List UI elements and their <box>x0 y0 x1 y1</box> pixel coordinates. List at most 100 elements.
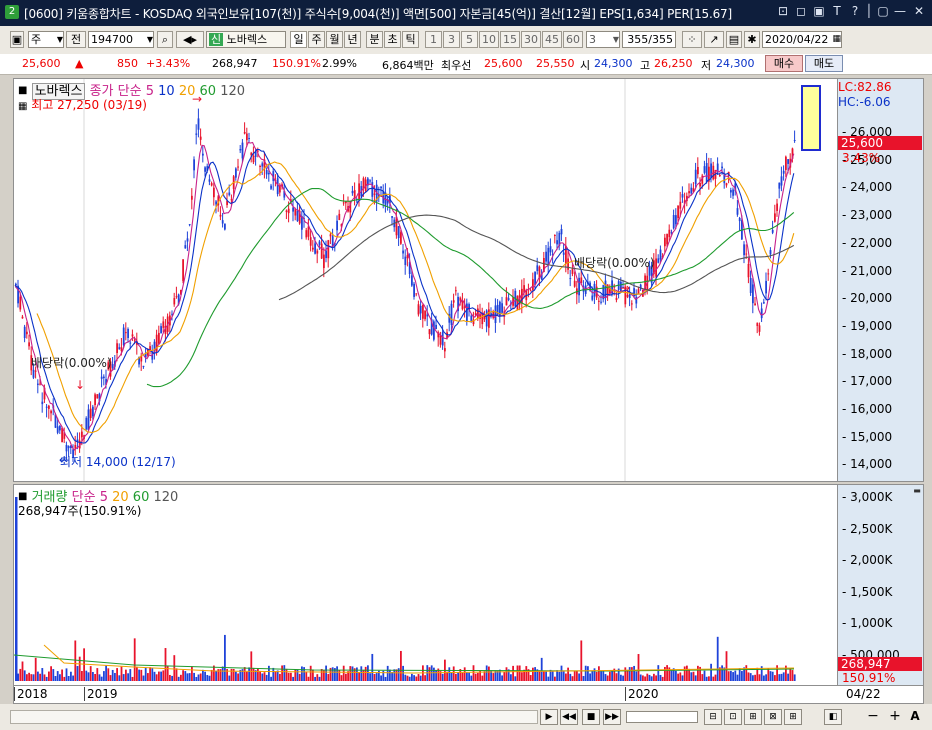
chain-icon[interactable]: ⁘ <box>682 31 702 48</box>
window-ctl-icon[interactable]: ◻ <box>794 4 808 18</box>
zoom-slider[interactable] <box>626 711 698 723</box>
volume-axis[interactable]: ▬ - 3,000K - 2,500K - 2,000K - 1,500K - 1,00… <box>838 484 924 686</box>
price-chart-pane[interactable]: → ← ↓ → ■ 노바렉스 종가 단순 5 10 20 60 120 ▦ 최고 27… <box>13 78 838 482</box>
volume-bar <box>679 672 682 681</box>
layout-icon[interactable]: ⊠ <box>764 709 782 725</box>
volume-bar <box>175 668 178 681</box>
interval-input[interactable]: 3 ▼ <box>586 31 620 48</box>
legend-ma-120[interactable]: 120 <box>220 84 245 99</box>
volume-bar <box>540 657 543 681</box>
period-week[interactable]: 주 <box>308 31 325 48</box>
period-minute[interactable]: 분 <box>366 31 383 48</box>
interval-15[interactable]: 15 <box>500 31 520 48</box>
price-chart-canvas[interactable]: →←↓→ <box>14 79 837 481</box>
period-month[interactable]: 월 <box>326 31 343 48</box>
save-icon[interactable]: ▤ <box>726 31 742 48</box>
legend-ma-60[interactable]: 60 <box>200 84 217 99</box>
mode-select[interactable]: 주 ▼ <box>28 31 64 48</box>
count-field[interactable]: 355/355 <box>622 31 676 48</box>
date-field[interactable]: 2020/04/22 ▦ <box>762 31 842 48</box>
candle-body <box>50 410 52 414</box>
stock-code-input[interactable]: 194700 ▼ <box>88 31 154 48</box>
plus-icon[interactable]: + <box>886 709 904 725</box>
scroll-right-button[interactable]: ▶ <box>540 709 558 725</box>
zoom-out-icon[interactable]: ⊟ <box>704 709 722 725</box>
minus-icon[interactable]: − <box>864 709 882 725</box>
zoom-in-icon[interactable]: ⊞ <box>744 709 762 725</box>
candle-body <box>565 245 567 264</box>
gear-icon[interactable]: ✱ <box>744 31 760 48</box>
minimize-icon[interactable]: — <box>893 4 907 18</box>
volume-bar <box>54 676 57 681</box>
grid-icon[interactable]: ▦ <box>18 101 27 112</box>
rewind-button[interactable]: ◀◀ <box>560 709 578 725</box>
period-second[interactable]: 초 <box>384 31 401 48</box>
trend-icon[interactable]: ↗ <box>704 31 724 48</box>
lock-icon[interactable]: ▣ <box>10 31 24 48</box>
legend-ma-5[interactable]: 5 <box>146 84 154 99</box>
calendar-icon[interactable]: ▦ <box>832 32 841 47</box>
volume-bar <box>532 667 534 681</box>
fast-forward-button[interactable]: ▶▶ <box>603 709 621 725</box>
max-price-label: ▦ 최고 27,250 (03/19) <box>18 98 147 112</box>
grid-layout-icon[interactable]: ⊞ <box>784 709 802 725</box>
price-tick-label: - 20,000 <box>842 291 893 306</box>
sell-button[interactable]: 매도 <box>805 55 843 72</box>
restore-icon[interactable]: ▢ <box>876 4 890 18</box>
interval-45[interactable]: 45 <box>542 31 562 48</box>
volume-bar <box>631 667 633 681</box>
date-axis: 2018 2019 2020 04/22 <box>13 686 924 704</box>
period-tick[interactable]: 틱 <box>402 31 419 48</box>
buy-button[interactable]: 매수 <box>765 55 803 72</box>
volume-bar <box>320 668 323 681</box>
legend-ma-10[interactable]: 10 <box>158 84 175 99</box>
split-icon[interactable]: ◧ <box>824 709 842 725</box>
volume-bar <box>195 676 198 681</box>
candle-body <box>118 347 121 350</box>
help-icon[interactable]: ? <box>848 4 862 18</box>
interval-5[interactable]: 5 <box>461 31 478 48</box>
period-year[interactable]: 년 <box>344 31 361 48</box>
font-size-icon[interactable]: A <box>906 709 924 725</box>
candle-body <box>261 163 264 167</box>
stop-button[interactable]: ■ <box>582 709 600 725</box>
candle-body <box>435 324 437 330</box>
candle-body <box>188 224 191 226</box>
volume-bar <box>628 667 631 681</box>
window-ctl-icon[interactable]: ⊡ <box>776 4 790 18</box>
period-day[interactable]: 일 <box>290 31 307 48</box>
volume-bar <box>186 673 189 681</box>
candle-body <box>556 240 558 245</box>
interval-30[interactable]: 30 <box>521 31 541 48</box>
interval-3[interactable]: 3 <box>443 31 460 48</box>
chart-scrollbar[interactable] <box>10 710 538 724</box>
volume-bar <box>356 667 358 681</box>
volume-tick-label: - 1,500K <box>842 584 893 599</box>
interval-10[interactable]: 10 <box>479 31 499 48</box>
window-ctl-icon[interactable]: ▣ <box>812 4 826 18</box>
price-axis[interactable]: LC:82.86 HC:-6.06 - 26,000- 25,000- 24,0… <box>838 78 924 482</box>
volume-bar <box>518 665 521 681</box>
interval-1[interactable]: 1 <box>425 31 442 48</box>
candle-body <box>287 208 290 214</box>
legend-handle-icon: ■ <box>18 85 28 96</box>
close-icon[interactable]: ✕ <box>912 4 926 18</box>
candle-body <box>162 321 165 328</box>
prev-button[interactable]: 전 <box>66 31 86 48</box>
legend-ma-20[interactable]: 20 <box>179 84 196 99</box>
stock-name-field[interactable]: 신 노바렉스 <box>206 31 286 48</box>
fit-icon[interactable]: ⊡ <box>724 709 742 725</box>
font-icon[interactable]: T <box>830 4 844 18</box>
candle-body <box>672 215 675 229</box>
interval-60[interactable]: 60 <box>563 31 583 48</box>
search-icon[interactable]: ⌕ <box>157 31 173 48</box>
volume-chart-pane[interactable]: ■ 거래량 단순 5 20 60 120 268,947주(150.91%) <box>13 484 838 686</box>
candle-body <box>210 183 213 186</box>
volume-bar <box>259 670 261 681</box>
legend-vol-ma-120[interactable]: 120 <box>153 490 178 505</box>
volume-bar <box>703 670 706 681</box>
volume-bar <box>554 676 556 681</box>
speaker-icon[interactable]: ◀▸ <box>176 31 204 48</box>
volume-bar <box>32 674 35 681</box>
candle-body <box>782 170 785 174</box>
